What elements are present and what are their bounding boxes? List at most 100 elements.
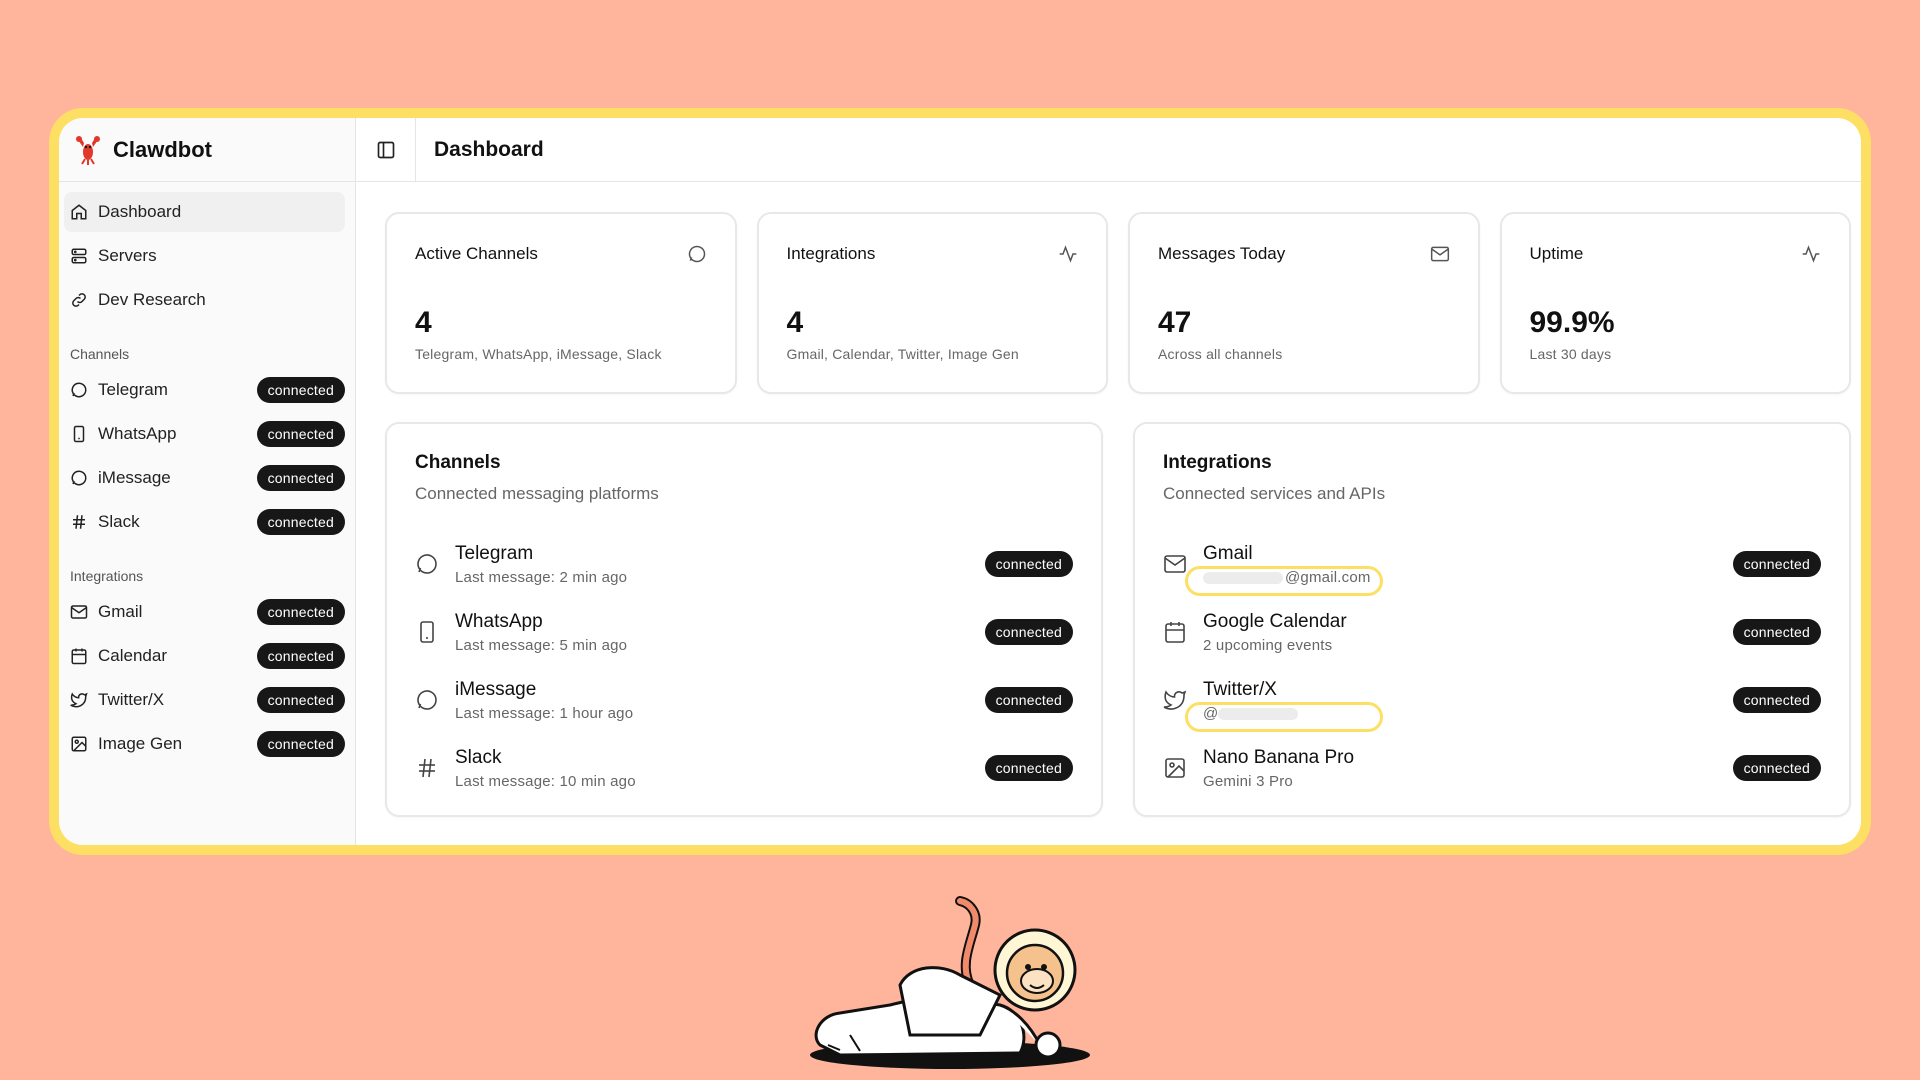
chat-bubble-icon (417, 554, 437, 574)
integration-row-twitter[interactable]: Twitter/X @ connected (1163, 666, 1821, 734)
channel-row-imessage[interactable]: iMessage Last message: 1 hour ago connec… (415, 666, 1073, 734)
brand-name: Clawdbot (113, 136, 212, 162)
integration-row-nano-banana-pro[interactable]: Nano Banana Pro Gemini 3 Pro connected (1163, 734, 1821, 802)
channel-row-texts: Telegram Last message: 2 min ago (455, 543, 969, 586)
status-badge: connected (256, 731, 345, 757)
stat-title: Active Channels (415, 244, 538, 263)
sidebar-item-dashboard[interactable]: Dashboard (64, 192, 345, 232)
phone-icon (73, 425, 85, 443)
sidebar-item-twitter[interactable]: Twitter/X connected (64, 680, 345, 720)
integration-row-texts: Twitter/X @ (1203, 679, 1717, 722)
status-badge: connected (984, 619, 1073, 645)
stat-title: Uptime (1529, 244, 1584, 263)
integration-row-texts: Gmail @gmail.com (1203, 543, 1717, 586)
channel-row-telegram[interactable]: Telegram Last message: 2 min ago connect… (415, 530, 1073, 598)
chat-bubble-icon (71, 382, 87, 398)
channel-row-whatsapp[interactable]: WhatsApp Last message: 5 min ago connect… (415, 598, 1073, 666)
stat-value: 47 (1158, 306, 1192, 339)
image-icon (71, 736, 87, 752)
redacted-text (1218, 707, 1299, 720)
status-badge: connected (256, 421, 345, 447)
sidebar-item-whatsapp[interactable]: WhatsApp connected (64, 414, 345, 454)
channel-name: Telegram (455, 542, 534, 564)
sidebar-item-dev-research[interactable]: Dev Research (64, 280, 345, 320)
stats-row: Active Channels 4 Telegram, WhatsApp, iM… (385, 212, 1851, 394)
channel-row-slack[interactable]: Slack Last message: 10 min ago connected (415, 734, 1073, 802)
status-badge: connected (256, 643, 345, 669)
hash-icon (419, 758, 435, 778)
channel-row-texts: WhatsApp Last message: 5 min ago (455, 611, 969, 654)
panel-title: Integrations (1163, 452, 1272, 473)
stat-card-active-channels: Active Channels 4 Telegram, WhatsApp, iM… (385, 212, 737, 394)
sidebar-item-label: Dev Research (98, 290, 206, 309)
sidebar-item-slack[interactable]: Slack connected (64, 502, 345, 542)
stat-subtitle: Last 30 days (1529, 346, 1612, 362)
integrations-section-label: Integrations (70, 568, 144, 584)
status-badge: connected (984, 755, 1073, 781)
sidebar-item-servers[interactable]: Servers (64, 236, 345, 276)
image-icon (1165, 758, 1185, 778)
channel-list: Telegram Last message: 2 min ago connect… (415, 530, 1073, 802)
calendar-icon (71, 648, 87, 665)
sidebar-item-calendar[interactable]: Calendar connected (64, 636, 345, 676)
chat-bubble-icon (417, 690, 437, 710)
integration-row-texts: Google Calendar 2 upcoming events (1203, 611, 1717, 654)
integration-meta: @ (1203, 705, 1717, 722)
sidebar: Clawdbot Dashboard Servers Dev Research … (59, 118, 356, 845)
channel-meta: Last message: 1 hour ago (455, 704, 634, 722)
mail-icon (70, 605, 88, 619)
sidebar-item-label: iMessage (98, 468, 171, 487)
sidebar-item-label: Slack (98, 512, 140, 531)
sidebar-nav: Dashboard Servers Dev Research Channels … (59, 182, 355, 764)
mail-icon (1430, 246, 1449, 262)
sidebar-item-imessage[interactable]: iMessage connected (64, 458, 345, 498)
status-badge: connected (256, 377, 345, 403)
twitter-icon (70, 692, 88, 708)
sidebar-item-gmail[interactable]: Gmail connected (64, 592, 345, 632)
integration-row-texts: Nano Banana Pro Gemini 3 Pro (1203, 747, 1717, 790)
channels-panel: Channels Connected messaging platforms T… (385, 422, 1103, 817)
integration-name: Google Calendar (1203, 610, 1347, 632)
integrations-panel: Integrations Connected services and APIs… (1133, 422, 1851, 817)
status-badge: connected (256, 465, 345, 491)
handle-prefix: @ (1203, 704, 1219, 722)
stat-subtitle: Gmail, Calendar, Twitter, Image Gen (786, 346, 1019, 362)
app-window: Clawdbot Dashboard Servers Dev Research … (59, 118, 1861, 845)
status-badge: connected (256, 687, 345, 713)
hash-icon (73, 515, 85, 529)
integration-name: Gmail (1203, 542, 1253, 564)
sidebar-item-label: Servers (98, 246, 157, 265)
channel-meta: Last message: 10 min ago (455, 772, 636, 790)
sidebar-item-label: Gmail (98, 602, 143, 621)
integration-row-gmail[interactable]: Gmail @gmail.com connected (1163, 530, 1821, 598)
status-badge: connected (984, 551, 1073, 577)
brand[interactable]: Clawdbot (59, 118, 355, 182)
channel-row-texts: Slack Last message: 10 min ago (455, 747, 969, 790)
stat-value: 4 (786, 306, 804, 339)
integration-name: Twitter/X (1203, 678, 1277, 700)
sidebar-item-label: Calendar (98, 646, 167, 665)
stat-card-messages-today: Messages Today 47 Across all channels (1128, 212, 1480, 394)
stat-title: Messages Today (1158, 244, 1286, 263)
sidebar-item-image-gen[interactable]: Image Gen connected (64, 724, 345, 764)
channel-meta: Last message: 5 min ago (455, 636, 628, 654)
stat-card-integrations: Integrations 4 Gmail, Calendar, Twitter,… (756, 212, 1108, 394)
status-badge: connected (256, 599, 345, 625)
sidebar-item-label: Twitter/X (98, 690, 165, 709)
lobster-logo-icon (76, 135, 100, 165)
sidebar-item-label: Dashboard (98, 202, 182, 221)
channel-name: Slack (455, 746, 502, 768)
email-domain: @gmail.com (1285, 568, 1371, 586)
activity-icon (1802, 245, 1820, 263)
link-icon (72, 293, 86, 307)
stat-title: Integrations (786, 244, 876, 263)
status-badge: connected (256, 509, 345, 535)
mail-icon (1164, 555, 1186, 573)
sidebar-toggle-button[interactable] (356, 118, 416, 182)
sidebar-item-label: Telegram (98, 380, 168, 399)
channel-row-texts: iMessage Last message: 1 hour ago (455, 679, 969, 722)
panel-title: Channels (415, 452, 501, 473)
integration-row-google-calendar[interactable]: Google Calendar 2 upcoming events connec… (1163, 598, 1821, 666)
home-icon (71, 204, 87, 220)
sidebar-item-telegram[interactable]: Telegram connected (64, 370, 345, 410)
